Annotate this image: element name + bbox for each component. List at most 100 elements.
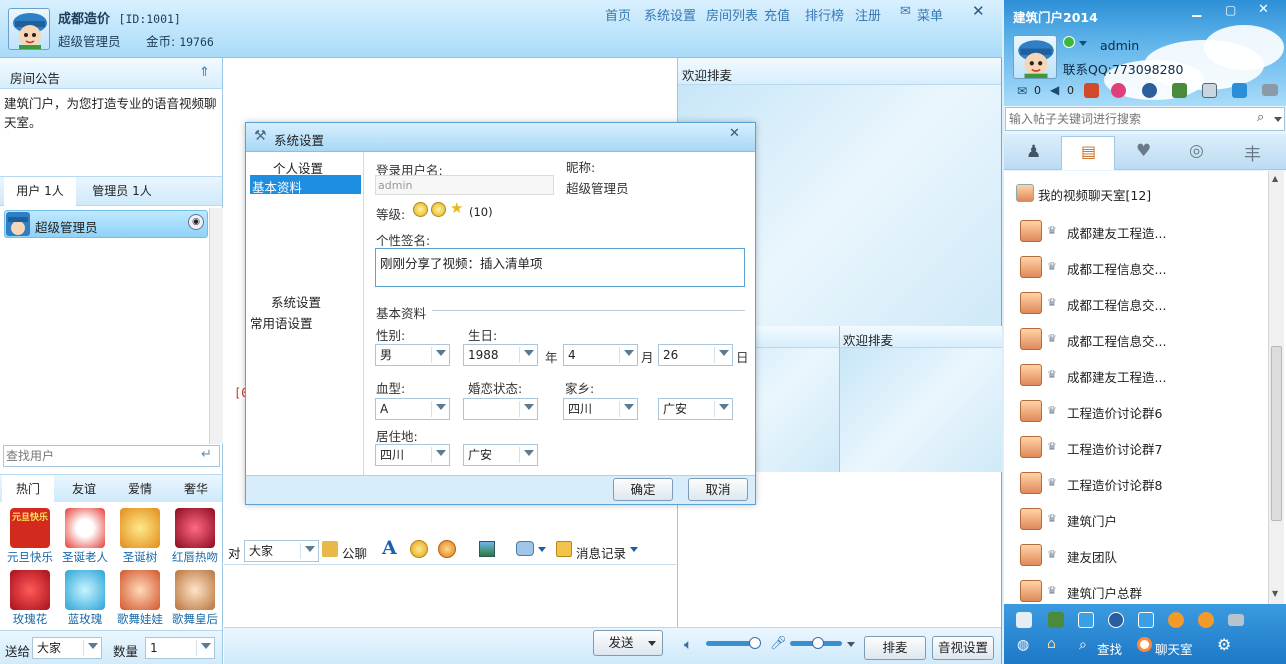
minimize-icon[interactable]: ▁ xyxy=(1192,3,1201,17)
signature-input[interactable]: 刚刚分享了视频：插入清单项 xyxy=(375,248,745,287)
tab-rooms[interactable]: ▤ xyxy=(1061,136,1115,170)
month-select[interactable]: 4 xyxy=(563,344,638,366)
doc-icon[interactable] xyxy=(1202,83,1217,98)
chevron-down-icon[interactable] xyxy=(847,642,855,647)
volume-handle[interactable] xyxy=(749,637,761,649)
speaker-icon[interactable]: ◀ xyxy=(1050,83,1059,97)
gender-select[interactable]: 男 xyxy=(375,344,450,366)
nav-item-phrases[interactable]: 常用语设置 xyxy=(250,313,313,332)
tab-contacts-icon[interactable]: ♟ xyxy=(1026,142,1041,162)
room-group-header[interactable]: 我的视频聊天室[12] xyxy=(1038,185,1151,204)
chevron-down-icon[interactable] xyxy=(1274,117,1282,122)
marital-select[interactable] xyxy=(463,398,538,420)
send-button[interactable]: 发送 xyxy=(593,630,663,656)
gift-item[interactable]: 歌舞娃娃 xyxy=(115,568,165,626)
lock-icon[interactable] xyxy=(322,541,338,557)
nav-room-list[interactable]: 房间列表 xyxy=(706,5,758,24)
search-icon[interactable] xyxy=(1232,83,1247,98)
user-search-box[interactable]: ↵ xyxy=(3,445,220,467)
tab-admins[interactable]: 管理员 1人 xyxy=(82,177,162,206)
search-icon[interactable]: ⌕ xyxy=(1257,110,1264,125)
user-search-input[interactable] xyxy=(6,448,196,464)
gift-item[interactable]: 红唇热吻 xyxy=(170,506,220,564)
bubble-icon[interactable] xyxy=(516,541,534,556)
close-icon[interactable]: ✕ xyxy=(972,2,985,20)
room-avatar[interactable] xyxy=(8,8,50,50)
footer-search-label[interactable]: 查找 xyxy=(1097,639,1122,658)
speaker-icon[interactable]: 🔈︎ xyxy=(684,637,692,653)
nav-home[interactable]: 首页 xyxy=(605,5,631,24)
globe-icon[interactable] xyxy=(1142,83,1157,98)
residence-city-select[interactable]: 广安 xyxy=(463,444,538,466)
search-tool-icon[interactable] xyxy=(1078,612,1094,628)
year-select[interactable]: 1988 xyxy=(463,344,538,366)
globe-icon[interactable] xyxy=(1108,612,1124,628)
room-list-item[interactable]: ♛ 建筑门户 xyxy=(1004,501,1268,537)
room-list-item[interactable]: ♛ 成都建友工程造... xyxy=(1004,213,1268,249)
room-list-item[interactable]: ♛ 成都工程信息交... xyxy=(1004,321,1268,357)
message-input[interactable] xyxy=(224,564,676,627)
queue-button[interactable]: 排麦 xyxy=(864,636,926,660)
user-list-scrollbar[interactable] xyxy=(209,208,223,444)
hometown-province-select[interactable]: 四川 xyxy=(563,398,638,420)
smile-icon[interactable] xyxy=(1168,612,1184,628)
send-to-select[interactable]: 大家 xyxy=(32,637,102,659)
public-chat-label[interactable]: 公聊 xyxy=(342,543,367,562)
home-icon[interactable]: ⌂ xyxy=(1047,636,1056,652)
chevron-down-icon[interactable] xyxy=(648,641,656,646)
enter-icon[interactable]: ↵ xyxy=(201,447,212,462)
nav-register[interactable]: 注册 xyxy=(855,5,881,24)
gift-tab-luxury[interactable]: 奢华 xyxy=(170,475,222,503)
msg-record-label[interactable]: 消息记录 xyxy=(576,543,626,562)
chevron-down-icon[interactable] xyxy=(630,547,638,552)
room-list-item[interactable]: ♛ 工程造价讨论群8 xyxy=(1004,465,1268,501)
emoji-icon[interactable] xyxy=(410,540,428,558)
doc-icon[interactable] xyxy=(1016,612,1032,628)
key-icon[interactable] xyxy=(1138,612,1154,628)
scroll-thumb[interactable] xyxy=(1271,346,1282,521)
tab-users[interactable]: 用户 1人 xyxy=(4,177,76,206)
residence-province-select[interactable]: 四川 xyxy=(375,444,450,466)
heart-icon[interactable]: ♥ xyxy=(1136,141,1151,161)
lifebuoy-icon[interactable] xyxy=(1137,637,1152,652)
gift-item[interactable]: 蓝玫瑰 xyxy=(60,568,110,626)
gift-item[interactable]: 玫瑰花 xyxy=(5,568,55,626)
nav-ranking[interactable]: 排行榜 xyxy=(805,5,844,24)
maximize-icon[interactable]: ▢ xyxy=(1225,3,1236,17)
search-icon[interactable]: ⌕ xyxy=(1079,637,1087,653)
room-list-item[interactable]: ♛ 工程造价讨论群6 xyxy=(1004,393,1268,429)
device-icon[interactable] xyxy=(1228,614,1244,626)
chevron-down-icon[interactable] xyxy=(538,547,546,552)
mic-icon[interactable]: 🎤︎ xyxy=(770,636,787,651)
photo-icon[interactable] xyxy=(1084,83,1099,98)
nav-menu[interactable]: 菜单 xyxy=(917,5,943,24)
gift-item[interactable]: 圣诞树 xyxy=(115,506,165,564)
history-icon[interactable] xyxy=(556,541,572,557)
star-icon[interactable] xyxy=(1111,83,1126,98)
blood-select[interactable]: A xyxy=(375,398,450,420)
chat-target-select[interactable]: 大家 xyxy=(244,540,319,562)
gift-item[interactable]: 歌舞皇后 xyxy=(170,568,220,626)
mic-handle[interactable] xyxy=(812,637,824,649)
app-icon[interactable] xyxy=(1048,612,1064,628)
user-entry[interactable]: 超级管理员 ◉ xyxy=(4,210,208,238)
device-icon[interactable] xyxy=(1262,84,1278,96)
av-settings-button[interactable]: 音视设置 xyxy=(932,636,994,660)
gift-tab-hot[interactable]: 热门 xyxy=(2,475,54,503)
gift-tab-love[interactable]: 爱情 xyxy=(114,475,166,503)
gift-item[interactable]: 元旦快乐 元旦快乐 xyxy=(5,506,55,564)
menu-icon[interactable]: ✉ xyxy=(900,4,911,19)
chevron-down-icon[interactable] xyxy=(1079,41,1087,46)
nav-recharge[interactable]: 充值 xyxy=(764,5,790,24)
smile-icon[interactable] xyxy=(1198,612,1214,628)
hometown-city-select[interactable]: 广安 xyxy=(658,398,733,420)
compass-icon[interactable]: ◎ xyxy=(1189,141,1204,161)
font-icon[interactable]: A xyxy=(382,537,397,559)
ok-button[interactable]: 确定 xyxy=(613,478,673,501)
room-list-item[interactable]: ♛ 建友团队 xyxy=(1004,537,1268,573)
room-list-item[interactable]: ♛ 成都建友工程造... xyxy=(1004,357,1268,393)
close-icon[interactable]: ✕ xyxy=(1258,2,1269,17)
cancel-button[interactable]: 取消 xyxy=(688,478,748,501)
post-search-input[interactable] xyxy=(1009,111,1249,127)
gift-item[interactable]: 圣诞老人 xyxy=(60,506,110,564)
